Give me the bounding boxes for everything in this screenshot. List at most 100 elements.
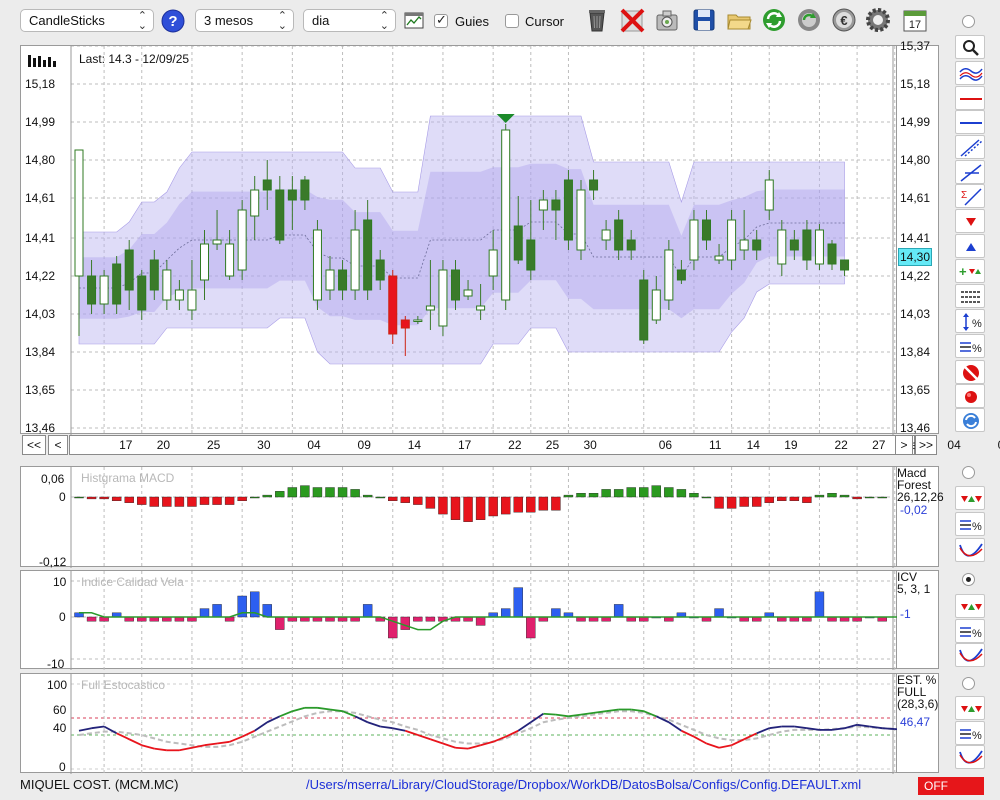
candle-body xyxy=(601,229,611,241)
channel-tool-button[interactable] xyxy=(955,135,985,159)
macd-panel[interactable]: Histgrama MACD 0,06 0 -0,12 xyxy=(20,466,897,569)
add-signals-button[interactable]: + xyxy=(955,259,985,283)
record-button[interactable] xyxy=(955,384,985,408)
chart-settings-icon[interactable] xyxy=(404,11,424,31)
percent-lines-icon: % xyxy=(960,520,982,533)
zoom-button[interactable] xyxy=(955,35,985,59)
scroll-first-button[interactable]: << xyxy=(22,435,46,455)
delete-icon[interactable] xyxy=(619,7,645,33)
icv-curves-button[interactable] xyxy=(955,643,985,667)
macd-y-tick-bottom: -0,12 xyxy=(39,555,67,569)
no-entry-icon xyxy=(963,365,979,381)
stochastic-panel[interactable]: Full Estocastico 100 60 40 0 xyxy=(20,673,898,774)
stochastic-levels-button[interactable]: % xyxy=(955,721,985,745)
price-y-tick-right: 14,03 xyxy=(900,307,931,321)
panel-radio-price[interactable] xyxy=(962,15,975,28)
percent-lines-button[interactable]: % xyxy=(955,334,985,358)
candle-body xyxy=(99,275,109,305)
stochastic-curves-button[interactable] xyxy=(955,745,985,769)
sigma-icon: Σ xyxy=(961,188,982,206)
date-tick: 25 xyxy=(206,438,221,452)
panel-radio-macd[interactable] xyxy=(962,466,975,479)
price-y-tick-right: 13,65 xyxy=(900,383,931,397)
icv-signals-button[interactable] xyxy=(955,594,985,618)
horizontal-line-blue-button[interactable] xyxy=(955,110,985,134)
stochastic-signals-button[interactable] xyxy=(955,696,985,720)
sell-signal-button[interactable] xyxy=(955,209,985,233)
indicator-bar xyxy=(199,608,210,618)
candle-body xyxy=(513,225,523,261)
magnifier-icon xyxy=(963,40,979,56)
scroll-last-button[interactable]: >> xyxy=(915,435,937,455)
date-tick: 17 xyxy=(457,438,472,452)
interval-select[interactable]: dia ⌃ ⌄ xyxy=(303,9,396,32)
date-axis[interactable]: 1720253004091417222530061114192227Set250… xyxy=(69,435,1000,455)
stochastic-title: Full Estocastico xyxy=(81,678,166,692)
indicator-bar xyxy=(275,491,285,498)
indicator-bar xyxy=(764,496,774,503)
scroll-next-button[interactable]: > xyxy=(895,435,913,455)
sync-icon[interactable] xyxy=(796,7,822,33)
percent-range-button[interactable]: % xyxy=(955,309,985,333)
macd-signals-button[interactable] xyxy=(955,486,985,510)
fibonacci-tool-button[interactable]: Σ xyxy=(955,184,985,208)
stoch-k-segment xyxy=(405,729,419,736)
candle-body xyxy=(287,189,297,201)
indicator-bar xyxy=(400,496,410,503)
buy-signal-button[interactable] xyxy=(955,234,985,258)
macd-levels-button[interactable]: % xyxy=(955,512,985,536)
horizontal-line-red-button[interactable] xyxy=(955,86,985,110)
calendar-icon[interactable]: 17 xyxy=(902,7,928,33)
stoch-k-segment xyxy=(78,727,92,732)
levels-button[interactable] xyxy=(955,284,985,308)
scroll-prev-button[interactable]: < xyxy=(48,435,68,455)
indicator-bar xyxy=(864,496,875,499)
stoch-legend-line-3: (28,3,6) xyxy=(897,697,939,711)
bands-tool-button[interactable] xyxy=(955,61,985,85)
stoch-k-segment xyxy=(154,747,167,752)
candle-body xyxy=(124,249,134,291)
config-path-link[interactable]: /Users/mserra/Library/CloudStorage/Dropb… xyxy=(306,777,861,792)
gear-icon[interactable] xyxy=(865,7,891,33)
candle-body xyxy=(338,269,348,291)
stop-button[interactable] xyxy=(955,360,985,384)
guides-checkbox[interactable] xyxy=(434,12,448,28)
euro-icon[interactable]: € xyxy=(831,7,857,33)
indicator-bar xyxy=(701,496,712,499)
date-scrollbar[interactable]: << < 1720253004091417222530061114192227S… xyxy=(22,435,1000,456)
candle-body xyxy=(463,289,473,297)
icv-panel[interactable]: Indice Calidad Vela 10 0 -10 xyxy=(20,570,898,671)
icv-value: -1 xyxy=(900,607,911,621)
bands-icon xyxy=(959,68,983,81)
off-status-badge[interactable]: OFF xyxy=(918,777,984,795)
candle-body xyxy=(350,229,360,291)
stoch-k-segment xyxy=(254,721,268,732)
date-tick: 30 xyxy=(583,438,597,452)
trash-icon[interactable] xyxy=(584,7,610,33)
panel-radio-stochastic[interactable] xyxy=(962,677,975,690)
candle-body xyxy=(425,305,435,311)
period-select[interactable]: 3 mesos ⌃ ⌄ xyxy=(195,9,294,32)
icv-levels-button[interactable]: % xyxy=(955,619,985,643)
candle-body xyxy=(262,179,272,191)
camera-icon[interactable] xyxy=(654,7,680,33)
candle-body xyxy=(476,305,486,311)
refresh-icon[interactable] xyxy=(761,7,787,33)
candle-body xyxy=(87,275,97,305)
open-folder-icon[interactable] xyxy=(726,7,752,33)
help-icon[interactable]: ? xyxy=(161,9,185,33)
save-icon[interactable] xyxy=(691,7,717,33)
indicator-bar xyxy=(350,489,360,498)
candle-body xyxy=(250,189,260,217)
trendline-tool-button[interactable] xyxy=(955,160,985,184)
cursor-checkbox[interactable] xyxy=(505,14,519,28)
macd-curves-button[interactable] xyxy=(955,538,985,562)
panel-radio-icv[interactable] xyxy=(962,573,975,586)
chart-type-select[interactable]: CandleSticks ⌃ ⌄ xyxy=(20,9,154,32)
candle-body xyxy=(451,269,460,301)
price-chart-panel[interactable]: Last: 14.3 - 12/09/25 15,18 14,99 14,80 14,… xyxy=(20,45,897,435)
macd-y-tick-zero: 0 xyxy=(59,490,66,504)
candle-body xyxy=(714,255,724,261)
stoch-k-segment xyxy=(718,744,732,749)
swap-button[interactable] xyxy=(955,408,985,432)
